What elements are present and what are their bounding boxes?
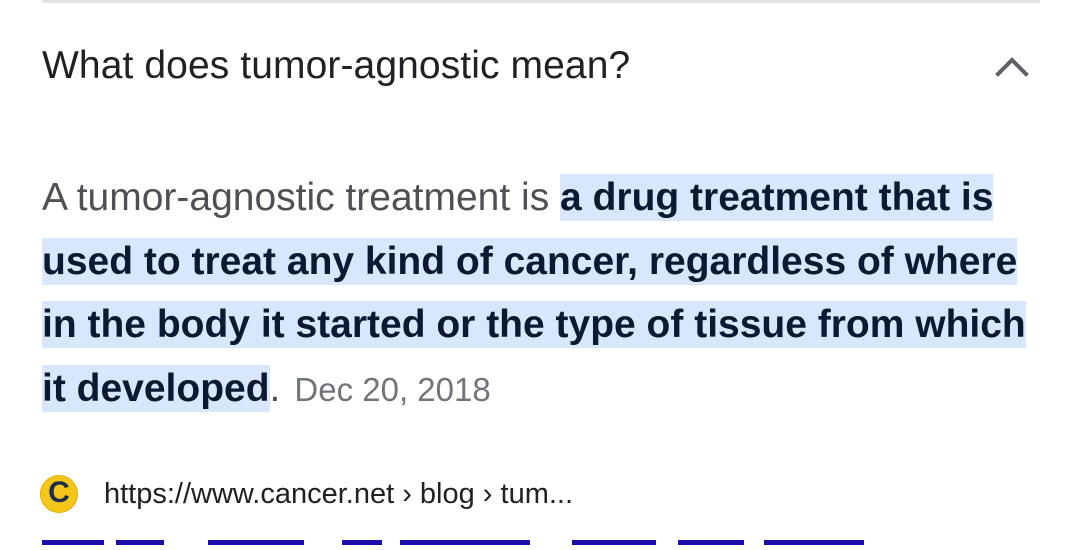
faq-answer: A tumor-agnostic treatment is a drug tre… — [42, 166, 1052, 421]
clipped-link-text — [42, 540, 864, 545]
cancer-net-favicon-icon: C — [40, 475, 78, 513]
favicon-letter: C — [48, 476, 70, 509]
faq-question: What does tumor-agnostic mean? — [42, 44, 631, 87]
faq-question-row[interactable]: What does tumor-agnostic mean? — [42, 34, 1040, 98]
result-title-link-partial[interactable] — [42, 536, 902, 550]
chevron-up-icon[interactable] — [992, 46, 1032, 86]
answer-trailing: . — [269, 366, 281, 410]
answer-intro: A tumor-agnostic treatment is — [42, 176, 561, 219]
top-divider — [42, 0, 1040, 3]
source-url[interactable]: https://www.cancer.net › blog › tum... — [104, 478, 573, 511]
source-row[interactable]: C https://www.cancer.net › blog › tum... — [40, 472, 573, 516]
answer-date: Dec 20, 2018 — [294, 370, 491, 408]
